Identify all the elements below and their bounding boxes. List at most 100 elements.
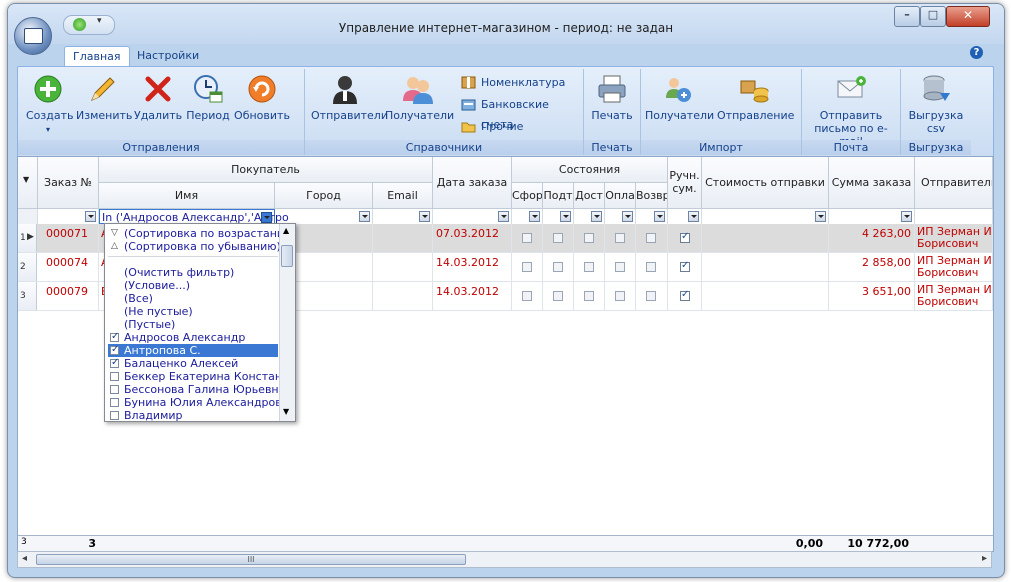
empty-item[interactable]: (Пустые) (108, 318, 278, 331)
sort-ascending-item[interactable]: ▽ (Сортировка по возрастанию) (108, 227, 295, 240)
refresh-button[interactable]: Обновить (233, 73, 291, 122)
filter-value-item[interactable]: Антропова С. (108, 343, 278, 357)
scroll-left-icon[interactable]: ◂ (22, 553, 27, 564)
filter-st3[interactable] (574, 209, 605, 224)
col-header-st5[interactable]: Возвр (636, 183, 668, 209)
send-email-button[interactable]: Отправить письмо по e-mail (806, 73, 896, 148)
app-menu-button[interactable] (14, 17, 52, 55)
horizontal-scroll-thumb[interactable]: III (36, 554, 466, 565)
state-checkbox[interactable] (646, 291, 656, 301)
filter-dropdown-icon[interactable] (815, 211, 826, 222)
other-button[interactable]: Прочие (461, 117, 523, 137)
state-checkbox[interactable] (615, 233, 625, 243)
tab-settings[interactable]: Настройки (129, 46, 207, 66)
filter-dropdown-icon[interactable] (622, 211, 633, 222)
save-icon[interactable] (73, 18, 86, 31)
col-header-date[interactable]: Дата заказа (433, 157, 512, 209)
filter-dropdown-icon[interactable] (359, 211, 370, 222)
state-checkbox[interactable] (522, 262, 532, 272)
filter-dropdown-icon[interactable] (688, 211, 699, 222)
col-header-st4[interactable]: Опла (605, 183, 636, 209)
col-header-city[interactable]: Город (275, 183, 373, 209)
state-checkbox[interactable] (553, 291, 563, 301)
filter-checkbox[interactable] (110, 330, 119, 343)
delete-button[interactable]: Удалить (134, 73, 182, 122)
col-header-order[interactable]: Заказ № (38, 157, 99, 209)
col-header-st1[interactable]: Сфор (512, 183, 543, 209)
filter-name[interactable]: In ('Андросов Александр','Антро (99, 209, 289, 224)
sort-descending-item[interactable]: △ (Сортировка по убыванию) (108, 240, 281, 253)
filter-dropdown-icon[interactable] (85, 211, 96, 222)
state-checkbox[interactable] (553, 233, 563, 243)
filter-dropdown-icon[interactable] (529, 211, 540, 222)
state-checkbox[interactable] (553, 262, 563, 272)
filter-dropdown-icon[interactable] (419, 211, 430, 222)
recipients-button[interactable]: Получатели (385, 73, 454, 122)
close-button[interactable]: ✕ (946, 6, 990, 27)
filter-value-item[interactable]: Бунина Юлия Александровна (108, 396, 295, 409)
filter-dropdown-icon[interactable] (261, 212, 272, 223)
state-checkbox[interactable] (522, 233, 532, 243)
nomenclature-button[interactable]: Номенклатура (461, 73, 565, 93)
clear-filter-item[interactable]: (Очистить фильтр) (108, 266, 278, 279)
condition-item[interactable]: (Условие...) (108, 279, 278, 292)
senders-button[interactable]: Отправители (311, 73, 388, 122)
filter-sum[interactable] (829, 209, 915, 224)
filter-checkbox[interactable] (110, 372, 119, 381)
filter-city[interactable] (275, 209, 373, 224)
qat-dropdown-icon[interactable]: ▾ (97, 16, 102, 26)
state-checkbox[interactable] (615, 291, 625, 301)
filter-value-item[interactable]: Бессонова Галина Юрьевна (108, 383, 285, 396)
state-checkbox[interactable] (522, 291, 532, 301)
bank-accounts-button[interactable]: Банковские счета (461, 95, 583, 131)
state-checkbox[interactable] (584, 233, 594, 243)
grid-corner[interactable]: ▼ (18, 157, 38, 209)
maximize-button[interactable]: □ (920, 6, 946, 27)
filter-value-item[interactable]: Беккер Екатерина Константин (108, 370, 295, 383)
col-header-st3[interactable]: Дост (574, 183, 605, 209)
filter-dropdown-icon[interactable] (901, 211, 912, 222)
filter-st2[interactable] (543, 209, 574, 224)
minimize-button[interactable]: – (894, 6, 920, 27)
filter-dropdown-icon[interactable] (591, 211, 602, 222)
popup-scroll-thumb[interactable] (281, 245, 293, 267)
filter-value-item[interactable]: Балаценко Алексей (108, 356, 278, 370)
row-indicator[interactable]: 1 ▶ (18, 224, 37, 252)
scroll-down-icon[interactable]: ▼ (283, 407, 289, 416)
state-checkbox[interactable] (646, 262, 656, 272)
filter-checkbox[interactable] (110, 411, 119, 420)
manual-sum-checkbox[interactable] (680, 289, 690, 301)
filter-checkbox[interactable] (110, 343, 119, 356)
quick-access-toolbar[interactable]: ▾ (63, 15, 115, 35)
scroll-right-icon[interactable]: ▸ (982, 553, 987, 564)
filter-st1[interactable] (512, 209, 543, 224)
export-csv-button[interactable]: Выгрузка csv (905, 73, 967, 135)
filter-date[interactable] (433, 209, 512, 224)
manual-sum-checkbox[interactable] (680, 231, 690, 243)
filter-dropdown-icon[interactable] (498, 211, 509, 222)
col-header-email[interactable]: Email (373, 183, 433, 209)
print-button[interactable]: Печать (590, 73, 634, 122)
horizontal-scrollbar[interactable]: ◂ III ▸ (17, 551, 992, 568)
row-indicator[interactable]: 3 (18, 282, 37, 310)
create-button[interactable]: Создать ▾ (26, 73, 74, 136)
filter-sender[interactable] (915, 209, 993, 224)
state-checkbox[interactable] (584, 262, 594, 272)
filter-checkbox[interactable] (110, 385, 119, 394)
row-indicator[interactable]: 2 (18, 253, 37, 281)
state-checkbox[interactable] (584, 291, 594, 301)
help-icon[interactable]: ? (970, 46, 983, 59)
filter-dropdown-icon[interactable] (654, 211, 665, 222)
all-item[interactable]: (Все) (108, 292, 278, 305)
filter-checkbox[interactable] (110, 398, 119, 407)
import-recipients-button[interactable]: Получатели (645, 73, 714, 122)
col-header-shipping[interactable]: Стоимость отправки (702, 157, 829, 209)
col-header-sum[interactable]: Сумма заказа (829, 157, 915, 209)
col-header-sender[interactable]: Отправитель (915, 157, 993, 209)
manual-sum-checkbox[interactable] (680, 260, 690, 272)
filter-st4[interactable] (605, 209, 636, 224)
period-button[interactable]: Период (186, 73, 230, 122)
filter-checkbox[interactable] (110, 356, 119, 369)
filter-order[interactable] (38, 209, 99, 224)
import-shipment-button[interactable]: Отправление (717, 73, 794, 122)
